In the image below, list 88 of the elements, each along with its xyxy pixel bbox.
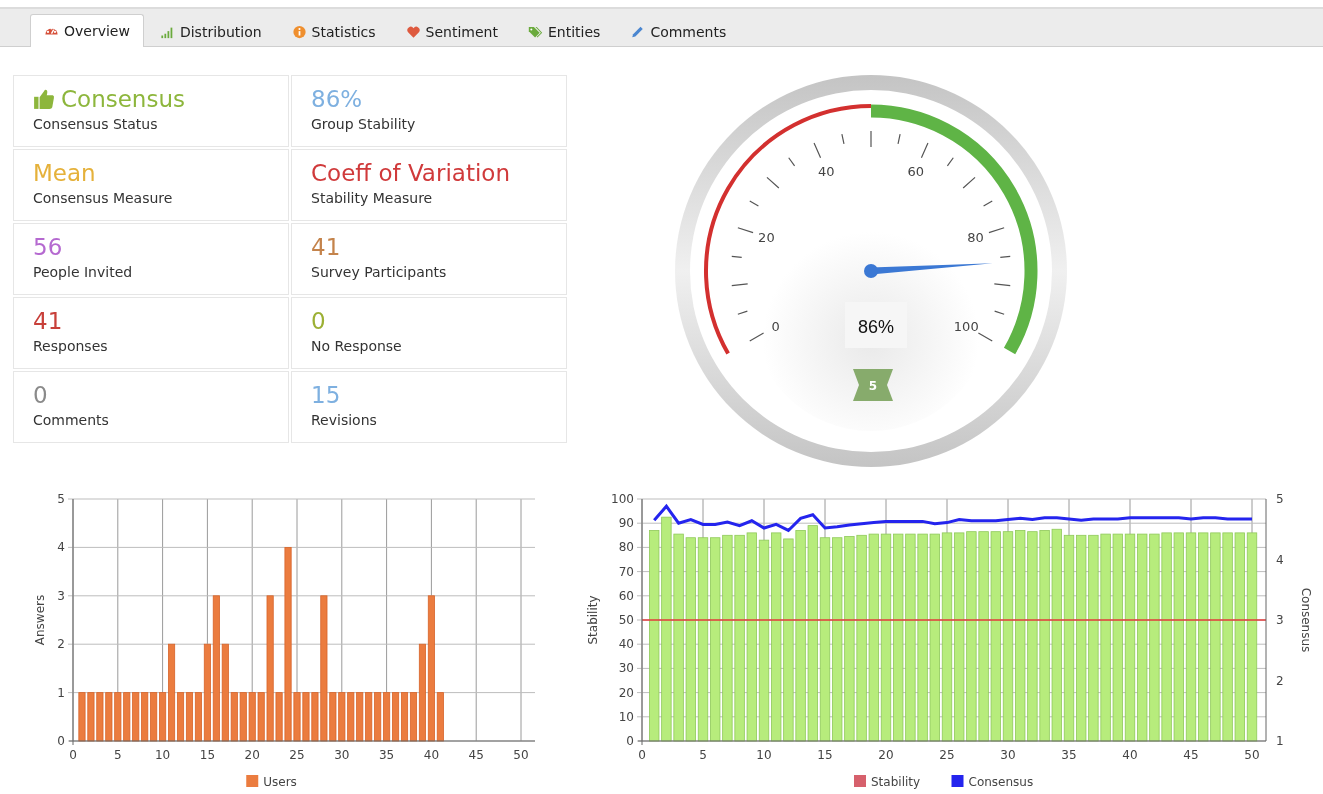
- stat-label: Survey Participants: [311, 264, 448, 280]
- axis-tick-label: 35: [1061, 748, 1077, 762]
- axis-tick-label: 50: [1244, 748, 1260, 762]
- stat-value: 15: [311, 381, 341, 410]
- axis-tick-label: 40: [1122, 748, 1138, 762]
- stat-label: Stability Measure: [311, 190, 434, 206]
- axis-tick-label: 30: [334, 748, 350, 762]
- tab[interactable]: Sentiment: [391, 15, 512, 47]
- tag-icon: [528, 24, 543, 39]
- axis-tick-label: 15: [199, 748, 216, 762]
- axis-tick-label: 5: [114, 748, 122, 762]
- axis-tick-label: 10: [154, 748, 171, 762]
- stat-value: Coeff of Variation: [311, 159, 510, 188]
- stat-value: 41: [311, 233, 341, 262]
- gauge-scale-label: 60: [907, 163, 924, 179]
- axis-tick-label: 3: [1276, 613, 1284, 627]
- axis-tick-label: 1: [1276, 734, 1284, 748]
- badge-shape: [853, 369, 893, 401]
- axis-tick-label: 4: [1276, 552, 1284, 567]
- stat-value: Mean: [33, 159, 96, 188]
- axis-tick-label: 2: [1276, 673, 1284, 688]
- axis-tick-label: 80: [618, 540, 634, 555]
- axis-tick-label: 100: [611, 492, 634, 506]
- info-icon: [291, 24, 307, 39]
- stat-label: Consensus Measure: [33, 190, 174, 206]
- axis-tick-label: 40: [423, 748, 440, 762]
- stat-label: Revisions: [311, 412, 378, 428]
- axis-tick-label: 0: [69, 748, 77, 762]
- axis-tick-label: 45: [468, 748, 484, 762]
- tab[interactable]: Overview: [30, 14, 144, 47]
- axis-tick-label: 20: [618, 685, 634, 700]
- stat-label: Consensus Status: [33, 116, 159, 132]
- stat-value: Consensus: [61, 85, 185, 114]
- axis-tick-label: 25: [939, 748, 955, 762]
- stat-label: Group Stability: [311, 116, 417, 132]
- axis-tick-label: 4: [57, 540, 65, 555]
- stat-label: No Response: [311, 338, 403, 354]
- axis-tick-label: 60: [618, 588, 634, 603]
- axis-tick-label: 50: [513, 748, 529, 762]
- axis-tick-label: 35: [378, 748, 395, 762]
- axis-tick-label: 30: [618, 661, 634, 676]
- axis-tick-label: 5: [699, 748, 707, 762]
- stat-label: People Invited: [33, 264, 134, 280]
- axis-tick-label: 5: [1276, 492, 1284, 506]
- axis-tick-label: 0: [638, 748, 646, 762]
- axis-tick-label: 90: [618, 516, 634, 531]
- axis-title: Consensus: [1299, 587, 1313, 653]
- axis-tick-label: 30: [1000, 748, 1016, 762]
- axis-tick-label: 0: [57, 734, 65, 748]
- axis-title: Stability: [586, 595, 600, 645]
- axis-tick-label: 50: [618, 613, 634, 627]
- gauge-scale-label: 20: [758, 230, 775, 245]
- legend-label: Users: [263, 775, 297, 789]
- legend-label: Consensus: [968, 775, 1034, 789]
- gauge-scale-label: 80: [967, 230, 984, 245]
- axis-tick-label: 0: [626, 734, 634, 748]
- axis-tick-label: 10: [756, 748, 772, 762]
- axis-title: Answers: [33, 594, 47, 646]
- axis-tick-label: 20: [244, 748, 260, 762]
- axis-tick-label: 40: [618, 637, 634, 652]
- axis-tick-label: 3: [57, 588, 65, 603]
- tab[interactable]: Distribution: [145, 15, 276, 47]
- axis-tick-label: 45: [1183, 748, 1199, 762]
- axis-tick-label: 20: [878, 748, 894, 762]
- axis-tick-label: 1: [57, 685, 65, 700]
- legend-label: Stability: [871, 775, 921, 789]
- badge-label: 5: [868, 379, 878, 393]
- stat-label: Comments: [33, 412, 110, 428]
- gauge-scale-label: 40: [818, 163, 835, 179]
- stat-value: 41: [33, 307, 63, 336]
- stat-label: Responses: [33, 338, 109, 354]
- gauge-reading: 86%: [858, 317, 894, 337]
- axis-tick-label: 15: [817, 748, 833, 762]
- tab[interactable]: Comments: [616, 15, 741, 47]
- tab[interactable]: Statistics: [277, 15, 390, 47]
- axis-tick-label: 70: [618, 564, 634, 579]
- axis-tick-label: 2: [57, 637, 65, 652]
- gauge-scale-label: 0: [771, 319, 780, 334]
- axis-tick-label: 5: [57, 492, 65, 506]
- tab[interactable]: Entities: [514, 15, 615, 47]
- axis-tick-label: 10: [618, 709, 634, 724]
- gauge-scale-label: 100: [953, 319, 979, 334]
- axis-tick-label: 25: [289, 748, 305, 762]
- stat-value: 56: [33, 233, 63, 262]
- stat-value: 0: [311, 307, 326, 336]
- stat-value: 86%: [311, 85, 363, 114]
- stat-value: 0: [33, 381, 48, 410]
- heart-icon: [405, 24, 421, 39]
